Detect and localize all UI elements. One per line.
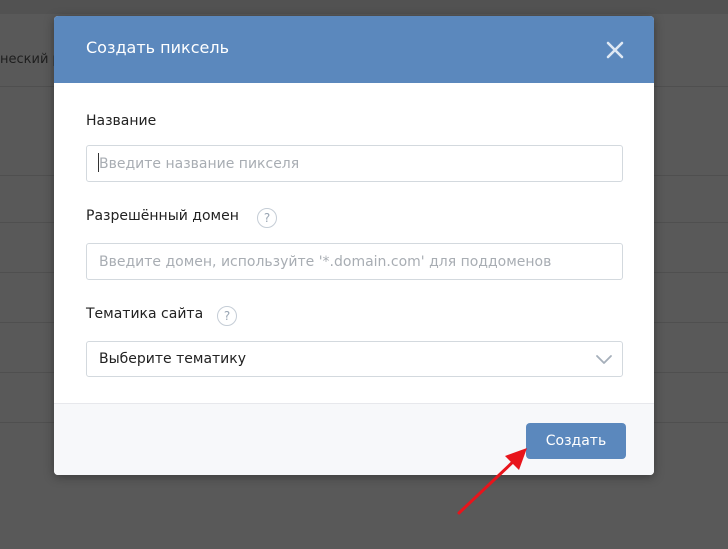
text-caret bbox=[98, 153, 99, 172]
domain-help-icon[interactable]: ? bbox=[257, 208, 277, 228]
background-text: неский р bbox=[0, 52, 61, 67]
modal-footer: Создать bbox=[54, 403, 654, 475]
background-topbar bbox=[0, 0, 728, 14]
pixel-name-input[interactable] bbox=[86, 145, 623, 182]
chevron-down-icon bbox=[596, 355, 612, 364]
topic-select-value: Выберите тематику bbox=[99, 351, 247, 367]
name-label: Название bbox=[86, 113, 157, 129]
modal-title: Создать пиксель bbox=[86, 38, 229, 57]
create-button[interactable]: Создать bbox=[526, 423, 626, 459]
create-pixel-modal: Создать пиксель Название Разрешённый дом… bbox=[54, 16, 654, 475]
close-icon bbox=[606, 41, 624, 59]
domain-input[interactable] bbox=[86, 243, 623, 280]
topic-label: Тематика сайта bbox=[86, 306, 204, 322]
modal-header: Создать пиксель bbox=[54, 16, 654, 83]
topic-select[interactable]: Выберите тематику bbox=[86, 341, 623, 377]
topic-help-icon[interactable]: ? bbox=[217, 306, 237, 326]
domain-label: Разрешённый домен bbox=[86, 208, 239, 224]
close-button[interactable] bbox=[602, 37, 628, 63]
